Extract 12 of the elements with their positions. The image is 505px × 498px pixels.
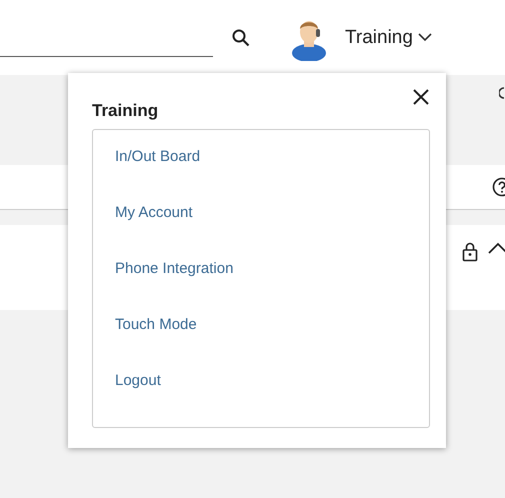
search-icon[interactable] (232, 28, 250, 46)
user-menu-button[interactable]: Training (345, 26, 432, 48)
chevron-down-icon (418, 33, 432, 42)
menu-link[interactable]: Touch Mode (115, 316, 197, 334)
lock-icon[interactable] (462, 242, 478, 262)
caret-up-icon[interactable] (488, 242, 505, 254)
close-icon[interactable] (412, 88, 430, 106)
menu-link[interactable]: In/Out Board (115, 148, 200, 166)
menu-title: Training (92, 101, 158, 121)
menu-link[interactable]: My Account (115, 204, 193, 222)
menu-link[interactable]: Phone Integration (115, 260, 234, 278)
menu-link[interactable]: Logout (115, 372, 161, 390)
